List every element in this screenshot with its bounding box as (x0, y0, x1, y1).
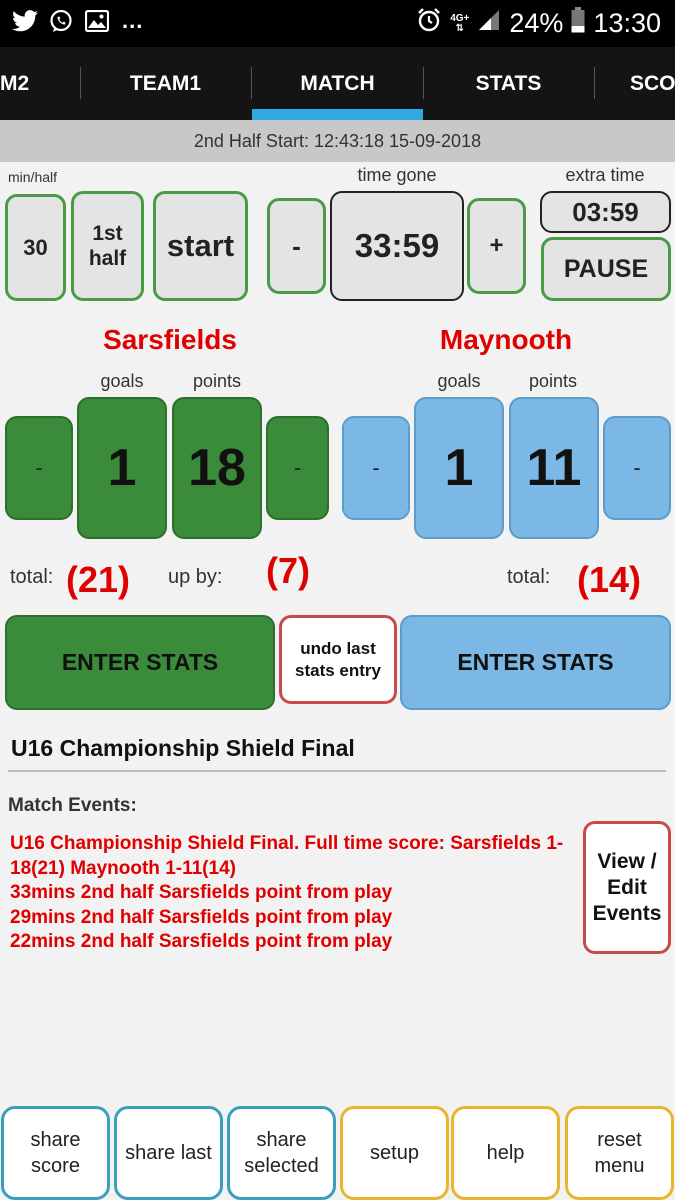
battery-icon (571, 7, 585, 40)
home-goals-minus-button[interactable]: - (5, 416, 73, 520)
event-item: U16 Championship Shield Final. Full time… (10, 833, 564, 879)
extra-time-label: extra time (565, 165, 645, 185)
home-total-label: total: (10, 566, 54, 588)
more-notifications: ... (122, 8, 144, 33)
battery-percent: 24% (509, 8, 564, 38)
pause-button[interactable]: PAUSE (541, 237, 671, 301)
match-events-label: Match Events: (8, 795, 137, 816)
away-team-name: Maynooth (439, 324, 573, 355)
signal-icon (477, 8, 501, 39)
status-bar: ... 4G+ ⇅ 24% 13:30 (0, 0, 675, 47)
whatsapp-icon (48, 8, 74, 34)
start-button[interactable]: start (153, 191, 248, 301)
away-goals-minus-button[interactable]: - (342, 416, 410, 520)
undo-last-stats-button[interactable]: undo last stats entry (279, 615, 397, 704)
away-goals-button[interactable]: 1 (414, 397, 504, 539)
share-score-button[interactable]: share score (1, 1106, 110, 1200)
lead-value: (7) (266, 550, 310, 591)
min-per-half-button[interactable]: 30 (5, 194, 66, 301)
home-goals-label: goals (100, 371, 144, 391)
away-total-label: total: (507, 566, 551, 588)
away-points-button[interactable]: 11 (509, 397, 599, 539)
twitter-icon (12, 8, 38, 34)
time-minus-button[interactable]: - (267, 198, 326, 294)
gallery-icon (84, 8, 110, 34)
setup-button[interactable]: setup (340, 1106, 449, 1200)
tab-team1[interactable]: TEAM1 (80, 47, 251, 120)
event-item: 29mins 2nd half Sarsfields point from pl… (10, 906, 393, 928)
time-gone-display: 33:59 (330, 191, 464, 301)
extra-time-display: 03:59 (540, 191, 671, 233)
time-plus-button[interactable]: + (467, 198, 526, 294)
network-indicator: 4G+ ⇅ (450, 12, 470, 34)
event-item: 22mins 2nd half Sarsfields point from pl… (10, 931, 393, 952)
half-start-info: 2nd Half Start: 12:43:18 15-09-2018 (0, 120, 675, 162)
match-title: U16 Championship Shield Final (11, 735, 355, 761)
min-half-label: min/half (8, 169, 58, 185)
home-points-minus-button[interactable]: - (266, 416, 329, 520)
tab-score[interactable]: SCO (594, 47, 675, 120)
reset-menu-button[interactable]: reset menu (565, 1106, 674, 1200)
away-goals-label: goals (437, 371, 481, 391)
home-points-label: points (192, 371, 242, 391)
away-enter-stats-button[interactable]: ENTER STATS (400, 615, 671, 710)
tab-bar: M2 TEAM1 MATCH STATS SCO (0, 47, 675, 120)
active-tab-indicator (252, 109, 423, 120)
tab-m2[interactable]: M2 (0, 47, 80, 120)
home-goals-button[interactable]: 1 (77, 397, 167, 539)
away-total-value: (14) (577, 559, 642, 600)
event-item: 33mins 2nd half Sarsfields point from pl… (10, 882, 393, 903)
home-enter-stats-button[interactable]: ENTER STATS (5, 615, 275, 710)
match-events-list: U16 Championship Shield Final. Full time… (10, 832, 570, 955)
away-points-minus-button[interactable]: - (603, 416, 671, 520)
time-gone-label: time gone (357, 165, 437, 185)
title-divider (8, 770, 666, 772)
half-select-button[interactable]: 1st half (71, 191, 144, 301)
clock: 13:30 (593, 8, 661, 38)
tab-stats[interactable]: STATS (423, 47, 594, 120)
share-selected-button[interactable]: share selected (227, 1106, 336, 1200)
alarm-icon (416, 7, 442, 40)
home-total-value: (21) (66, 559, 131, 600)
home-team-name: Sarsfields (103, 324, 237, 355)
lead-label: up by: (168, 566, 223, 588)
view-edit-events-button[interactable]: View / Edit Events (583, 821, 671, 954)
help-button[interactable]: help (451, 1106, 560, 1200)
home-points-button[interactable]: 18 (172, 397, 262, 539)
share-last-button[interactable]: share last (114, 1106, 223, 1200)
away-points-label: points (528, 371, 578, 391)
